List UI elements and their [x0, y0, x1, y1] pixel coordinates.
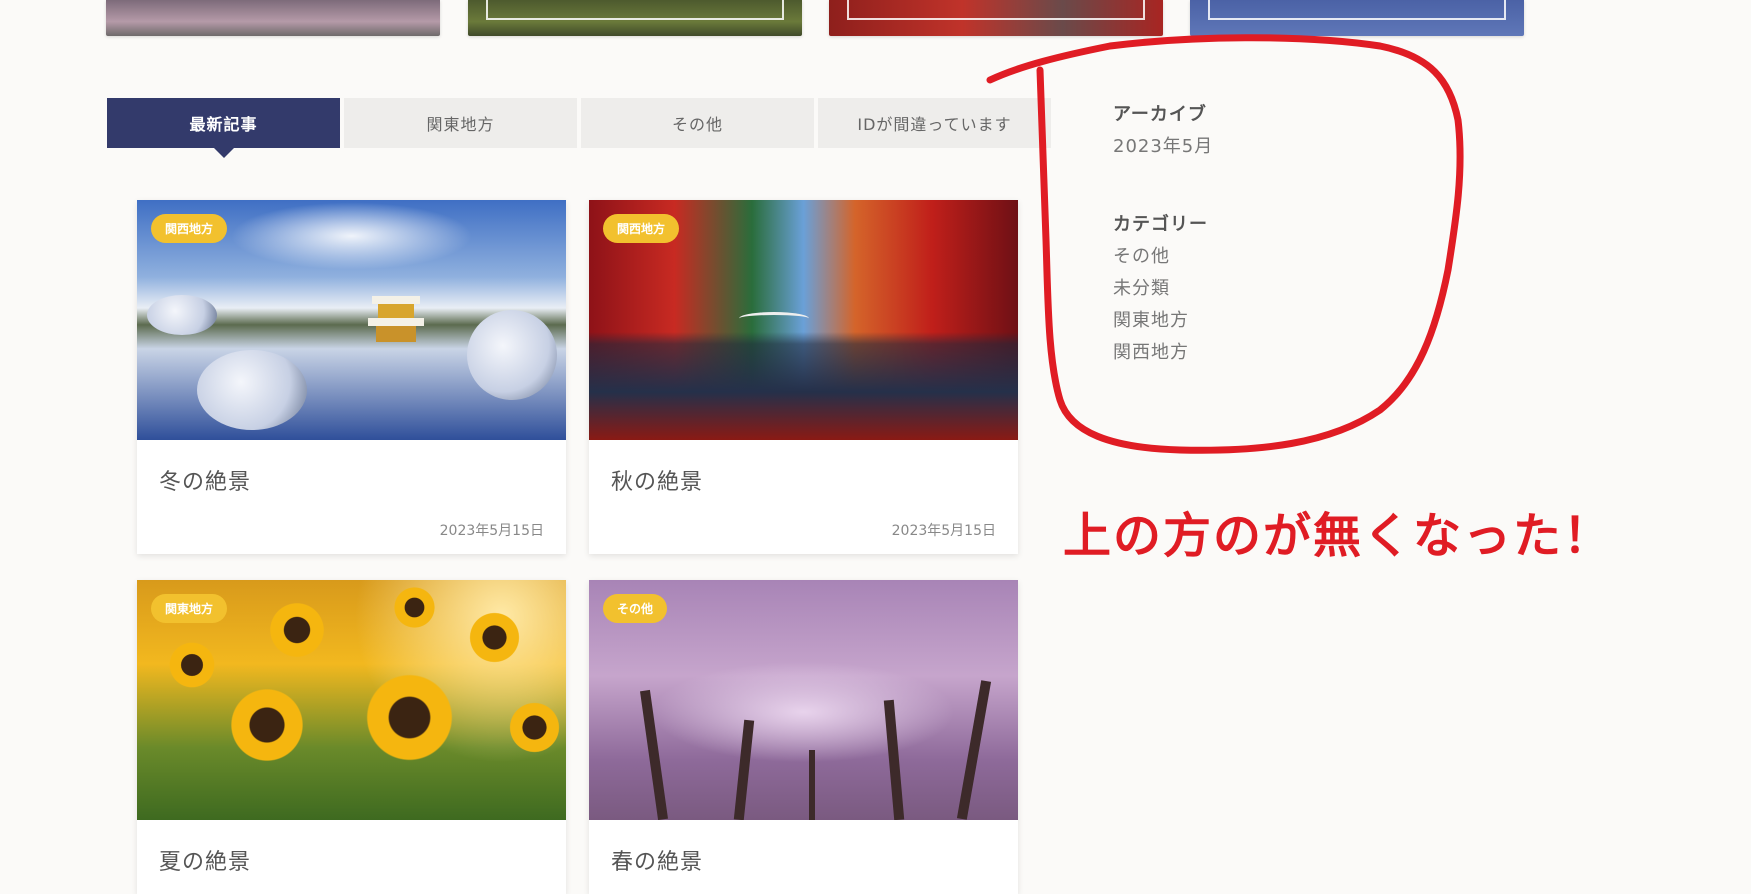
tab-latest[interactable]: 最新記事 [107, 98, 340, 158]
post-thumbnail: その他 [589, 580, 1018, 820]
post-title[interactable]: 夏の絶景 [159, 844, 566, 876]
category-link[interactable]: 未分類 [1113, 274, 1213, 300]
post-card[interactable]: 関東地方 夏の絶景 [137, 580, 566, 894]
post-date: 2023年5月15日 [891, 523, 996, 539]
archive-heading: アーカイブ [1113, 104, 1207, 125]
tab-invalid-id[interactable]: IDが間違っています [818, 98, 1051, 148]
category-heading: カテゴリー [1113, 214, 1208, 235]
banner-autumn[interactable] [829, 0, 1163, 36]
post-card[interactable]: 関西地方 冬の絶景 2023年5月15日 [137, 200, 566, 554]
tab-kanto[interactable]: 関東地方 [344, 98, 577, 148]
category-link[interactable]: 関東地方 [1113, 306, 1213, 332]
archive-link[interactable]: 2023年5月 [1113, 132, 1213, 158]
annotation-text: 上の方のが無くなった！ [1063, 508, 1614, 564]
post-thumbnail: 関西地方 [137, 200, 566, 440]
category-widget: カテゴリー その他 未分類 関東地方 関西地方 [1113, 210, 1213, 364]
post-thumbnail: 関西地方 [589, 200, 1018, 440]
bridge-illustration [739, 312, 809, 325]
category-link[interactable]: 関西地方 [1113, 338, 1213, 364]
temple-illustration [368, 292, 424, 342]
banner-winter[interactable] [1190, 0, 1524, 36]
post-title[interactable]: 春の絶景 [611, 844, 1018, 876]
category-badge[interactable]: 関西地方 [603, 214, 680, 243]
archive-widget: アーカイブ 2023年5月 [1113, 100, 1213, 158]
banner-summer[interactable] [468, 0, 802, 36]
post-card[interactable]: その他 春の絶景 [589, 580, 1018, 894]
category-badge[interactable]: 関西地方 [151, 214, 228, 243]
sidebar: アーカイブ 2023年5月 カテゴリー その他 未分類 関東地方 関西地方 [1113, 100, 1213, 416]
post-title[interactable]: 秋の絶景 [611, 464, 1018, 496]
category-badge[interactable]: 関東地方 [151, 594, 228, 623]
post-card[interactable]: 関西地方 秋の絶景 2023年5月15日 [589, 200, 1018, 554]
post-title[interactable]: 冬の絶景 [159, 464, 566, 496]
category-tabs: 最新記事 関東地方 その他 IDが間違っています [107, 98, 1051, 158]
category-link[interactable]: その他 [1113, 242, 1213, 268]
banner-spring[interactable] [106, 0, 440, 36]
tab-other[interactable]: その他 [581, 98, 814, 148]
post-date: 2023年5月15日 [439, 523, 544, 539]
category-badge[interactable]: その他 [603, 594, 668, 623]
post-thumbnail: 関東地方 [137, 580, 566, 820]
